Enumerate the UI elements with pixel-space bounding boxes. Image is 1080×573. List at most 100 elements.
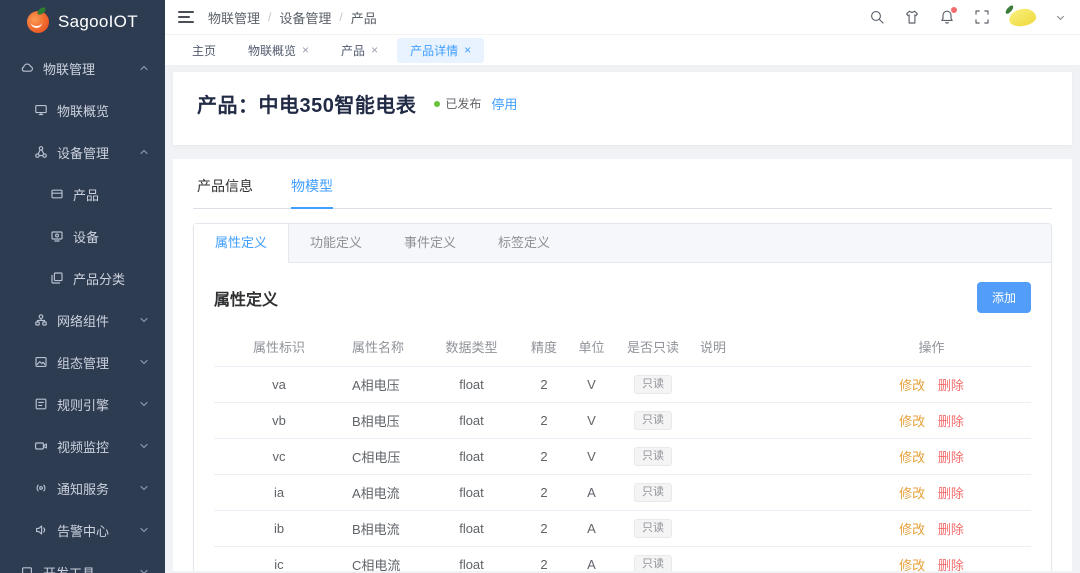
status-label: 已发布 bbox=[445, 95, 481, 112]
edit-link[interactable]: 修改 bbox=[899, 522, 925, 537]
theme-skin-icon[interactable] bbox=[904, 9, 920, 25]
tab-event-definition[interactable]: 事件定义 bbox=[383, 224, 477, 262]
sidebar-item-notification-service[interactable]: 通知服务 bbox=[0, 467, 165, 509]
col-name: 属性名称 bbox=[344, 327, 424, 367]
add-property-button[interactable]: 添加 bbox=[977, 282, 1031, 313]
network-icon bbox=[34, 313, 48, 327]
sidebar: SagooIOT 物联管理 物联概览 设备管理 产品 bbox=[0, 0, 165, 573]
cell-readonly: 只读 bbox=[614, 403, 692, 439]
view-tab-iot-overview[interactable]: 物联概览 × bbox=[235, 38, 322, 63]
sidebar-item-video-monitoring[interactable]: 视频监控 bbox=[0, 425, 165, 467]
breadcrumb-item[interactable]: 物联管理 bbox=[208, 8, 260, 27]
cell-datatype: float bbox=[424, 547, 519, 572]
sidebar-item-dev-tools[interactable]: 开发工具 bbox=[0, 551, 165, 573]
menu-collapse-icon[interactable] bbox=[178, 11, 194, 23]
detail-tabs: 产品信息 物模型 bbox=[193, 176, 1052, 209]
sidebar-item-iot-overview[interactable]: 物联概览 bbox=[0, 89, 165, 131]
laptop-icon bbox=[20, 565, 34, 573]
user-avatar[interactable] bbox=[1008, 6, 1038, 27]
edit-link[interactable]: 修改 bbox=[899, 486, 925, 501]
model-tabs: 属性定义 功能定义 事件定义 标签定义 bbox=[194, 224, 1051, 263]
readonly-tag: 只读 bbox=[634, 483, 672, 502]
sidebar-item-label: 物联概览 bbox=[57, 101, 109, 120]
breadcrumb-item[interactable]: 产品 bbox=[351, 8, 377, 27]
delete-link[interactable]: 删除 bbox=[938, 486, 964, 501]
tab-bar: 主页 物联概览 × 产品 × 产品详情 × bbox=[165, 35, 1080, 66]
readonly-tag: 只读 bbox=[634, 555, 672, 571]
tab-property-definition[interactable]: 属性定义 bbox=[194, 224, 289, 263]
cell-precision: 2 bbox=[519, 511, 569, 547]
tab-close-icon[interactable]: × bbox=[464, 44, 471, 56]
sidebar-item-label: 组态管理 bbox=[57, 353, 109, 372]
view-tab-home[interactable]: 主页 bbox=[179, 38, 229, 63]
orange-logo-icon bbox=[27, 11, 49, 33]
edit-link[interactable]: 修改 bbox=[899, 378, 925, 393]
product-header: 产品：中电350智能电表 已发布 停用 bbox=[173, 72, 1072, 145]
tab-product-info[interactable]: 产品信息 bbox=[197, 176, 253, 209]
cell-description bbox=[692, 475, 832, 511]
sidebar-item-label: 开发工具 bbox=[43, 563, 95, 573]
sidebar-item-device[interactable]: 设备 bbox=[0, 215, 165, 257]
view-tab-product[interactable]: 产品 × bbox=[328, 38, 391, 63]
cell-name: A相电流 bbox=[344, 475, 424, 511]
view-tab-label: 主页 bbox=[192, 42, 216, 59]
product-detail-card: 产品信息 物模型 属性定义 功能定义 事件定义 标签定义 属性定义 添加 bbox=[173, 159, 1072, 571]
device-icon bbox=[50, 229, 64, 243]
sidebar-item-scada-management[interactable]: 组态管理 bbox=[0, 341, 165, 383]
cell-datatype: float bbox=[424, 511, 519, 547]
sidebar-item-label: 通知服务 bbox=[57, 479, 109, 498]
section-title: 属性定义 bbox=[214, 286, 278, 310]
tab-close-icon[interactable]: × bbox=[302, 44, 309, 56]
logo[interactable]: SagooIOT bbox=[0, 0, 165, 44]
cell-unit: A bbox=[569, 475, 614, 511]
cell-precision: 2 bbox=[519, 439, 569, 475]
sidebar-item-device-management[interactable]: 设备管理 bbox=[0, 131, 165, 173]
table-row: va A相电压 float 2 V 只读 修改 删除 bbox=[214, 367, 1031, 403]
delete-link[interactable]: 删除 bbox=[938, 378, 964, 393]
card-icon bbox=[50, 187, 64, 201]
cell-readonly: 只读 bbox=[614, 439, 692, 475]
delete-link[interactable]: 删除 bbox=[938, 450, 964, 465]
disable-product-link[interactable]: 停用 bbox=[491, 94, 517, 113]
status-badge: 已发布 bbox=[434, 95, 481, 112]
sidebar-item-network-components[interactable]: 网络组件 bbox=[0, 299, 165, 341]
table-row: ia A相电流 float 2 A 只读 修改 删除 bbox=[214, 475, 1031, 511]
app-root: SagooIOT 物联管理 物联概览 设备管理 产品 bbox=[0, 0, 1080, 573]
edit-link[interactable]: 修改 bbox=[899, 414, 925, 429]
cell-readonly: 只读 bbox=[614, 547, 692, 572]
sidebar-item-alarm-center[interactable]: 告警中心 bbox=[0, 509, 165, 551]
cell-identifier: va bbox=[214, 367, 344, 403]
readonly-tag: 只读 bbox=[634, 375, 672, 394]
delete-link[interactable]: 删除 bbox=[938, 414, 964, 429]
tab-close-icon[interactable]: × bbox=[371, 44, 378, 56]
sidebar-item-product[interactable]: 产品 bbox=[0, 173, 165, 215]
edit-link[interactable]: 修改 bbox=[899, 450, 925, 465]
cell-description bbox=[692, 367, 832, 403]
sidebar-item-product-category[interactable]: 产品分类 bbox=[0, 257, 165, 299]
chevron-down-icon bbox=[139, 357, 149, 367]
cell-identifier: ib bbox=[214, 511, 344, 547]
col-actions: 操作 bbox=[832, 327, 1031, 367]
thing-model-panel: 属性定义 功能定义 事件定义 标签定义 属性定义 添加 bbox=[193, 223, 1052, 571]
delete-link[interactable]: 删除 bbox=[938, 558, 964, 571]
notification-bell[interactable] bbox=[939, 9, 955, 25]
sidebar-item-rule-engine[interactable]: 规则引擎 bbox=[0, 383, 165, 425]
delete-link[interactable]: 删除 bbox=[938, 522, 964, 537]
search-icon[interactable] bbox=[869, 9, 885, 25]
view-tab-product-detail[interactable]: 产品详情 × bbox=[397, 38, 484, 63]
sidebar-item-iot-management[interactable]: 物联管理 bbox=[0, 47, 165, 89]
cell-actions: 修改 删除 bbox=[832, 547, 1031, 572]
cell-name: B相电流 bbox=[344, 511, 424, 547]
user-menu-chevron-down-icon[interactable] bbox=[1055, 12, 1066, 23]
breadcrumb-item[interactable]: 设备管理 bbox=[279, 8, 331, 27]
tab-label-definition[interactable]: 标签定义 bbox=[477, 224, 571, 262]
sidebar-item-label: 产品分类 bbox=[73, 269, 125, 288]
cell-identifier: ia bbox=[214, 475, 344, 511]
chevron-down-icon bbox=[139, 567, 149, 573]
tab-function-definition[interactable]: 功能定义 bbox=[289, 224, 383, 262]
edit-link[interactable]: 修改 bbox=[899, 558, 925, 571]
tab-thing-model[interactable]: 物模型 bbox=[291, 176, 333, 209]
sidebar-item-label: 告警中心 bbox=[57, 521, 109, 540]
fullscreen-icon[interactable] bbox=[974, 9, 990, 25]
table-row: ic C相电流 float 2 A 只读 修改 删除 bbox=[214, 547, 1031, 572]
